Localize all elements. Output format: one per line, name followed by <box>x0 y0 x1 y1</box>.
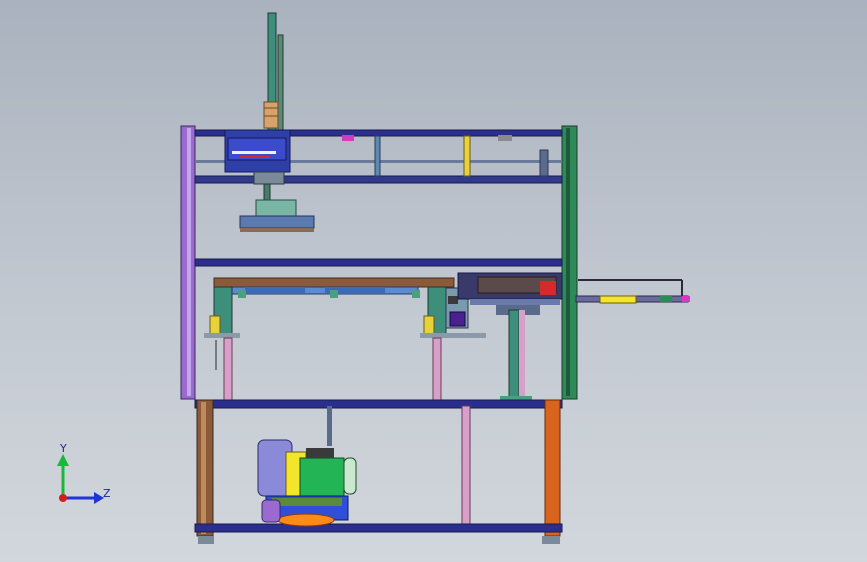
left-lift-unit <box>204 286 240 401</box>
gantry-rail <box>194 175 563 184</box>
coordinate-triad: Y Z <box>57 442 111 504</box>
z-axis-label: Z <box>103 487 111 500</box>
motor-body <box>299 457 345 499</box>
nozzle-head <box>449 311 466 327</box>
vertical-guide-column <box>263 12 284 134</box>
blower-motor <box>257 439 357 527</box>
table-top <box>213 277 455 288</box>
y-axis-label: Y <box>59 442 67 455</box>
suction-plate <box>239 215 315 229</box>
right-leg <box>544 399 561 537</box>
lower-frame <box>194 399 563 544</box>
cad-viewport[interactable]: Y Z <box>0 0 867 562</box>
origin-dot <box>59 494 67 502</box>
machine-assembly-drawing: Y Z <box>57 12 690 544</box>
middle-beam <box>194 258 563 267</box>
lower-beam <box>194 399 563 409</box>
base-beam <box>194 523 563 533</box>
